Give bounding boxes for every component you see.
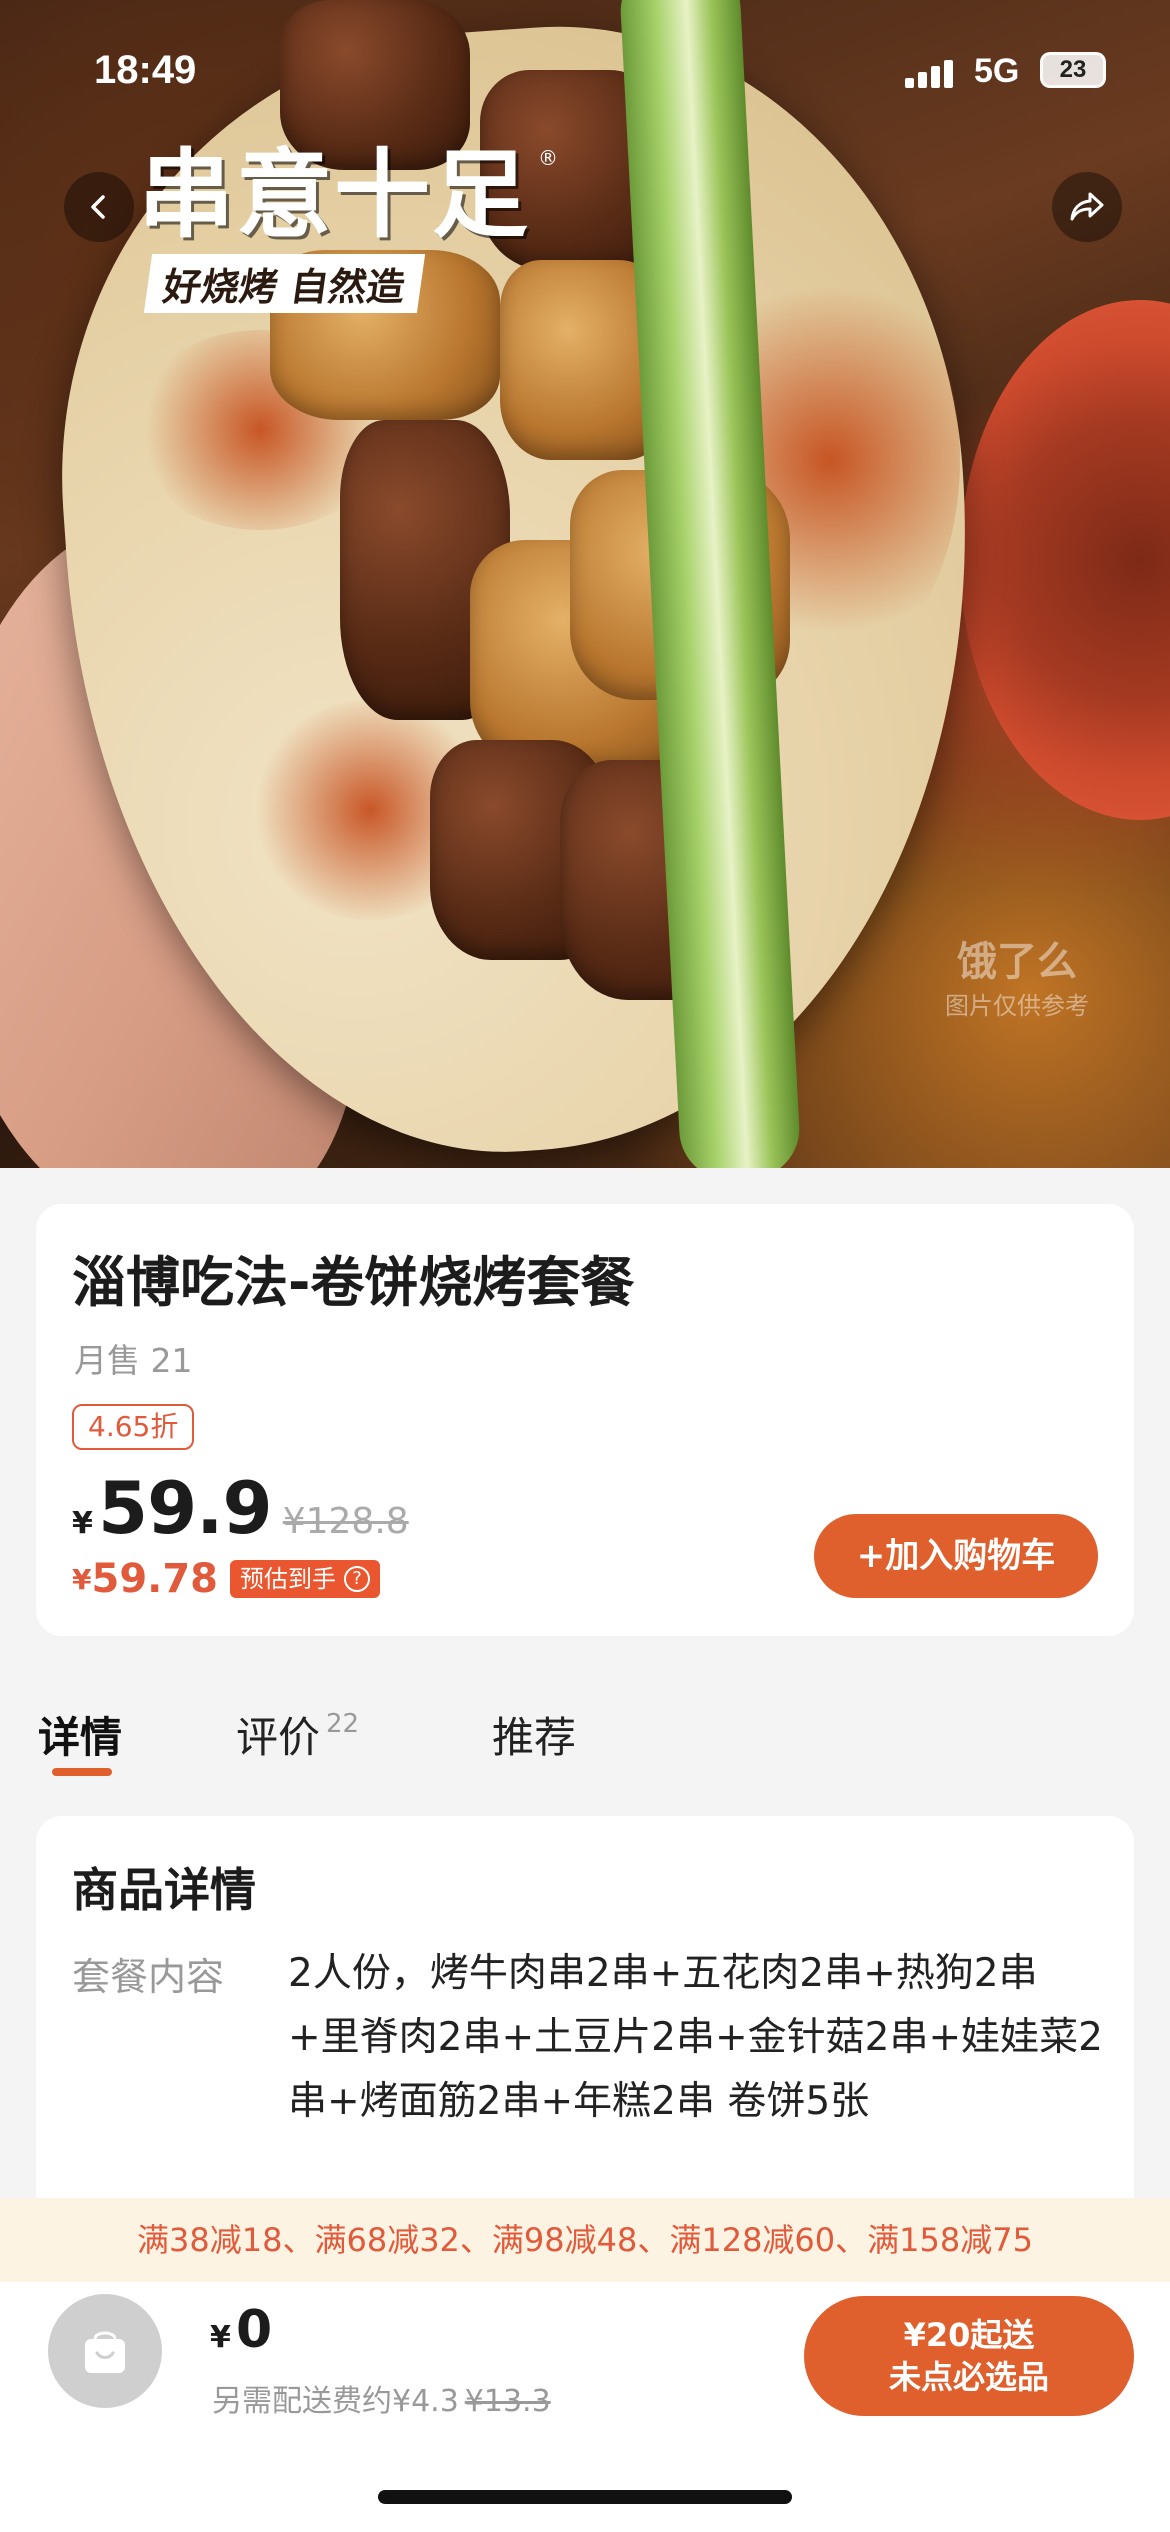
chevron-left-icon [91,195,105,219]
total-currency: ¥ [210,2320,231,2355]
home-indicator[interactable] [378,2490,792,2504]
tab-recommend[interactable]: 推荐 [492,1704,576,1765]
shopping-bag-icon [85,2331,125,2373]
total-amount: 0 [235,2300,273,2360]
product-page: 串意十足 ® 好烧烤 自然造 饿了么 图片仅供参考 18:49 5G 23 淄博… [0,0,1170,2532]
help-icon: ? [344,1566,371,1592]
registered-mark: ® [538,146,558,170]
tab-recommend-label: 推荐 [492,1713,577,1762]
product-title: 淄博吃法-卷饼烧烤套餐 [72,1251,635,1314]
share-icon [1070,192,1104,221]
cart-button[interactable] [48,2294,162,2408]
tab-reviews[interactable]: 评价 22 [236,1704,359,1765]
signal-icon [905,60,957,88]
tab-details-label: 详情 [38,1713,123,1762]
tab-reviews-label: 评价 [236,1713,321,1762]
review-count: 22 [326,1709,360,1739]
estimated-currency: ¥ [72,1562,92,1596]
price-currency: ¥ [72,1506,93,1541]
image-watermark: 饿了么 图片仅供参考 [945,940,1089,1028]
add-to-cart-button[interactable]: +加入购物车 [814,1514,1098,1598]
network-type: 5G [974,52,1020,90]
watermark-brand: 饿了么 [957,939,1077,985]
product-hero-image: 串意十足 ® 好烧烤 自然造 饿了么 图片仅供参考 [0,0,1170,1168]
active-tab-indicator [52,1768,112,1776]
estimated-label: 预估到手 [240,1565,337,1593]
required-item-text: 未点必选品 [888,2358,1049,2396]
watermark-note: 图片仅供参考 [945,992,1089,1020]
price-row: ¥ 59.9 ¥128.8 [72,1466,409,1550]
delivery-fee-label: 另需配送费约¥4.3 [212,2384,459,2419]
estimated-price-row: ¥ 59.78 预估到手 ? [72,1556,381,1602]
share-button[interactable] [1052,172,1122,242]
package-contents: 2人份，烤牛肉串2串+五花肉2串+热狗2串+里脊肉2串+土豆片2串+金针菇2串+… [288,1951,1103,2124]
package-label: 套餐内容 [72,1955,225,1999]
sauce-bowl-graphic [960,300,1170,820]
detail-section-title: 商品详情 [72,1863,256,1917]
original-price: ¥128.8 [282,1501,409,1542]
current-price: 59.9 [97,1466,273,1550]
discount-badge: 4.65折 [72,1404,195,1450]
promo-bar[interactable]: 满38减18、满68减32、满98减48、满128减60、满158减75 [0,2198,1170,2282]
brand-logo: 串意十足 ® 好烧烤 自然造 [138,139,558,313]
estimated-price: 59.78 [91,1556,219,1602]
delivery-original-fee: ¥13.3 [464,2384,551,2419]
monthly-sales: 月售 21 [74,1341,193,1380]
min-order-text: ¥20起送 [903,2316,1035,2354]
status-bar: 18:49 5G 23 [0,0,1170,140]
battery-icon: 23 [1040,52,1106,88]
detail-tabs: 详情 评价 22 推荐 [0,1690,1170,1800]
delivery-fee: 另需配送费约¥4.3 ¥13.3 [212,2376,551,2420]
product-info-card: 淄博吃法-卷饼烧烤套餐 月售 21 4.65折 ¥ 59.9 ¥128.8 ¥ … [36,1204,1134,1636]
tab-details[interactable]: 详情 [38,1704,122,1765]
status-time: 18:49 [94,48,197,92]
estimated-price-tag[interactable]: 预估到手 ? [230,1560,381,1598]
cart-total: ¥ 0 [210,2300,272,2360]
logo-tagline: 好烧烤 自然造 [143,254,426,313]
checkout-button[interactable]: ¥20起送 未点必选品 [804,2296,1134,2416]
back-button[interactable] [64,172,134,242]
logo-main-text: 串意十足 [138,139,530,251]
